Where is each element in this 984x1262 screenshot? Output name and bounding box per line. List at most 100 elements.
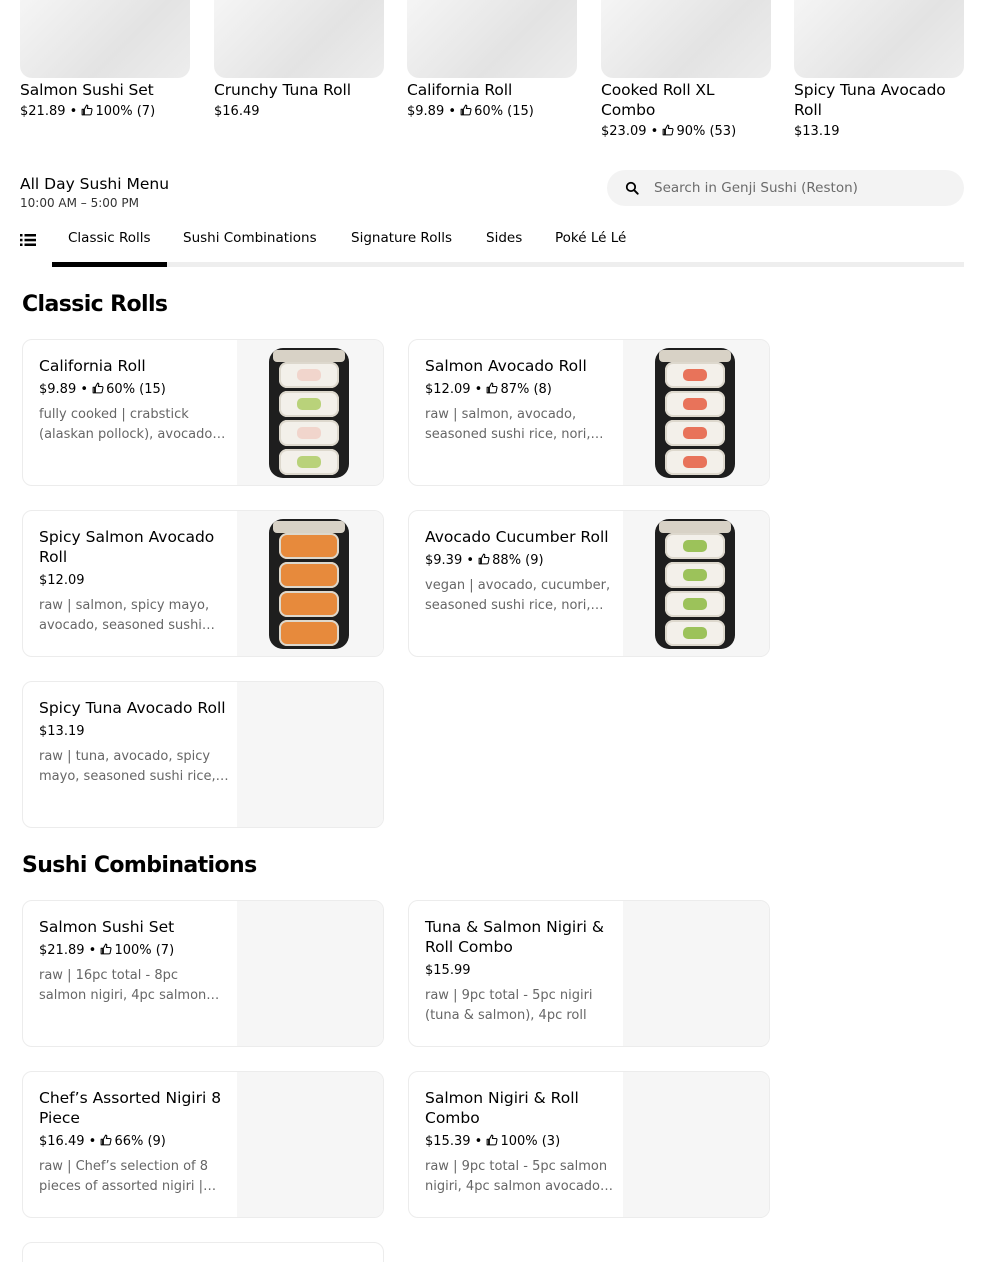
menu-item-card[interactable]: California Roll $9.89 • 60% (15) fully c…	[22, 339, 384, 486]
menu-item-price: $12.09	[425, 382, 471, 397]
menu-item-price: $16.49	[39, 1134, 85, 1149]
thumbs-up-icon	[100, 943, 112, 955]
menu-item-image[interactable]	[623, 511, 769, 656]
menu-item-info: Chef’s Assorted Nigiri 8 Piece $16.49 • …	[39, 1088, 229, 1197]
section-title-classic-rolls: Classic Rolls	[22, 292, 168, 317]
carousel-item-image[interactable]	[407, 0, 577, 78]
carousel-item-name: Cooked Roll XL Combo	[601, 81, 715, 119]
menu-item-rating: 100% (7)	[114, 943, 175, 958]
menu-item-info: Avocado Cucumber Roll $9.39 • 88% (9) ve…	[425, 527, 615, 616]
carousel-item-image[interactable]	[794, 0, 964, 78]
carousel-item-meta: $16.49	[214, 103, 384, 120]
thumbs-up-icon	[81, 104, 93, 116]
menu-item-card[interactable]: Tuna & Salmon Nigiri & Roll Combo $15.99…	[408, 900, 770, 1047]
menu-item-rating: 66% (9)	[114, 1134, 166, 1149]
tab-sushi-combinations[interactable]: Sushi Combinations	[183, 229, 317, 247]
menu-item-price: $15.99	[425, 963, 471, 978]
menu-item-card[interactable]: Spicy Tuna Avocado Roll $13.19 raw | tun…	[22, 681, 384, 828]
menu-item-name: Salmon Avocado Roll	[425, 357, 587, 375]
menu-item-info: California Roll $9.89 • 60% (15) fully c…	[39, 356, 229, 445]
menu-item-name: Avocado Cucumber Roll	[425, 528, 609, 546]
tab-poke-le-le[interactable]: Poké Lé Lé	[555, 229, 626, 247]
menu-item-description: raw | Chef’s selection of 8 pieces of as…	[39, 1159, 209, 1194]
menu-item-price: $21.89	[39, 943, 85, 958]
menu-item-info: Salmon Avocado Roll $12.09 • 87% (8) raw…	[425, 356, 615, 445]
menu-item-image-placeholder[interactable]	[237, 1072, 383, 1217]
carousel-item-rating: 60% (15)	[474, 104, 534, 119]
salmon-avocado-roll-tray	[655, 348, 735, 478]
carousel-item[interactable]: Crunchy Tuna Roll $16.49	[214, 0, 384, 120]
menu-item-image-placeholder[interactable]	[623, 901, 769, 1046]
carousel-item-meta: $23.09 • 90% (53)	[601, 124, 737, 139]
carousel-item-rating: 100% (7)	[95, 104, 156, 119]
carousel-item-price: $9.89	[407, 104, 445, 119]
thumbs-up-icon	[478, 553, 490, 565]
menu-item-rating: 60% (15)	[106, 382, 166, 397]
carousel-item[interactable]: Spicy Tuna Avocado Roll $13.19	[794, 0, 964, 140]
menu-item-card[interactable]: Salmon Sushi Set $21.89 • 100% (7) raw |…	[22, 900, 384, 1047]
menu-item-card[interactable]: Chef’s Assorted Nigiri 8 Piece $16.49 • …	[22, 1071, 384, 1218]
spicy-salmon-roll-tray	[269, 519, 349, 649]
carousel-item[interactable]: Salmon Sushi Set $21.89 • 100% (7)	[20, 0, 190, 120]
tab-sides[interactable]: Sides	[486, 229, 522, 247]
avocado-cucumber-roll-tray	[655, 519, 735, 649]
menu-item-name: Spicy Salmon Avocado Roll	[39, 528, 215, 566]
menu-item-meta: $15.39 • 100% (3)	[425, 1134, 561, 1149]
menu-hours: 10:00 AM – 5:00 PM	[20, 196, 139, 210]
thumbs-up-icon	[486, 1134, 498, 1146]
menu-item-name: Salmon Nigiri & Roll Combo	[425, 1089, 579, 1127]
menu-item-meta: $13.19	[39, 723, 229, 740]
menu-item-price: $9.89	[39, 382, 77, 397]
menu-item-name: Chef’s Assorted Nigiri 8 Piece	[39, 1089, 222, 1127]
carousel-item[interactable]: California Roll $9.89 • 60% (15)	[407, 0, 577, 120]
menu-item-description: fully cooked | crabstick (alaskan polloc…	[39, 407, 217, 442]
menu-item-description: raw | salmon, spicy mayo, avocado, seaso…	[39, 598, 210, 633]
menu-item-meta: $16.49 • 66% (9)	[39, 1134, 166, 1149]
carousel-item-price: $23.09	[601, 124, 647, 139]
menu-item-image[interactable]	[623, 340, 769, 485]
carousel-item-price: $21.89	[20, 104, 66, 119]
menu-item-description: vegan | avocado, cucumber, seasoned sush…	[425, 578, 611, 613]
menu-item-image-placeholder[interactable]	[623, 1072, 769, 1217]
california-roll-tray	[269, 348, 349, 478]
menu-item-image[interactable]	[237, 511, 383, 656]
carousel-item-rating: 90% (53)	[676, 124, 737, 139]
menu-item-info: Spicy Tuna Avocado Roll $13.19 raw | tun…	[39, 698, 229, 787]
carousel-item-image[interactable]	[601, 0, 771, 78]
menu-item-card[interactable]: Salmon Nigiri & Roll Combo $15.39 • 100%…	[408, 1071, 770, 1218]
menu-item-rating: 88% (9)	[492, 553, 544, 568]
carousel-item-name: Crunchy Tuna Roll	[214, 81, 351, 99]
search-input[interactable]	[654, 180, 944, 196]
category-tabs: Classic Rolls Sushi Combinations Signatu…	[20, 220, 964, 267]
active-tab-indicator	[52, 262, 167, 267]
thumbs-up-icon	[460, 104, 472, 116]
list-icon[interactable]	[20, 233, 36, 247]
menu-item-description: raw | 9pc total - 5pc nigiri (tuna & sal…	[425, 988, 593, 1023]
menu-item-name: Salmon Sushi Set	[39, 918, 175, 936]
tab-classic-rolls[interactable]: Classic Rolls	[68, 229, 151, 247]
menu-item-card[interactable]: Avocado Cucumber Roll $9.39 • 88% (9) ve…	[408, 510, 770, 657]
menu-item-price: $13.19	[39, 724, 85, 739]
menu-item-name: California Roll	[39, 357, 146, 375]
tabs-divider	[52, 262, 964, 267]
store-search[interactable]	[607, 170, 964, 206]
menu-item-image-placeholder[interactable]	[237, 682, 383, 827]
menu-item-info: Salmon Nigiri & Roll Combo $15.39 • 100%…	[425, 1088, 615, 1197]
menu-item-meta: $12.09 • 87% (8)	[425, 382, 552, 397]
carousel-item[interactable]: Cooked Roll XL Combo $23.09 • 90% (53)	[601, 0, 771, 140]
menu-item-image-placeholder[interactable]	[237, 901, 383, 1046]
carousel-item-image[interactable]	[214, 0, 384, 78]
carousel-item-image[interactable]	[20, 0, 190, 78]
menu-item-info: Spicy Salmon Avocado Roll $12.09 raw | s…	[39, 527, 229, 636]
menu-item-card[interactable]	[22, 1242, 384, 1262]
menu-item-meta: $9.39 • 88% (9)	[425, 553, 544, 568]
menu-item-image[interactable]	[237, 340, 383, 485]
tab-signature-rolls[interactable]: Signature Rolls	[351, 229, 452, 247]
menu-item-rating: 87% (8)	[500, 382, 552, 397]
menu-item-card[interactable]: Salmon Avocado Roll $12.09 • 87% (8) raw…	[408, 339, 770, 486]
carousel-item-name: California Roll	[407, 81, 513, 99]
search-icon	[625, 181, 639, 195]
thumbs-up-icon	[486, 382, 498, 394]
menu-item-card[interactable]: Spicy Salmon Avocado Roll $12.09 raw | s…	[22, 510, 384, 657]
menu-item-description: raw | 9pc total - 5pc salmon nigiri, 4pc…	[425, 1159, 608, 1194]
